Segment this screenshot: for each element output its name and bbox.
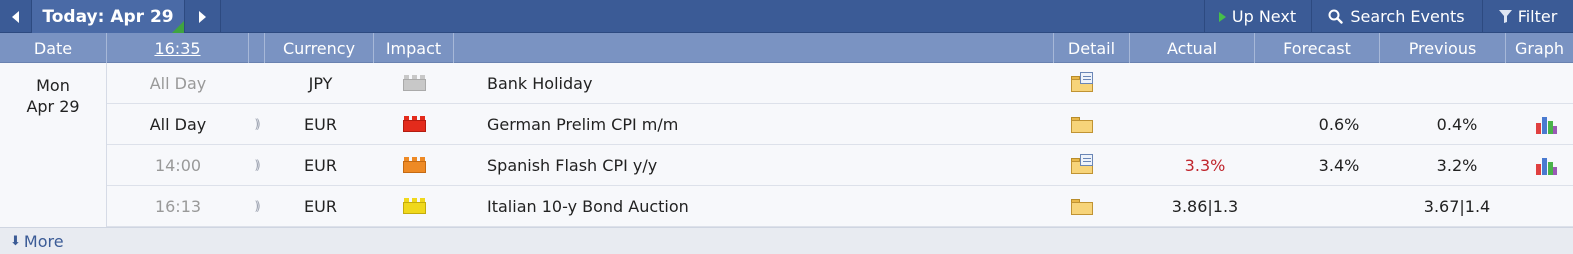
- impact-high-icon: [402, 116, 426, 132]
- event-name[interactable]: Bank Holiday: [487, 63, 1047, 103]
- event-row[interactable]: 14:00 )) EUR Spanish Flash CPI y/y 3.3% …: [107, 145, 1573, 186]
- search-events-button[interactable]: Search Events: [1311, 0, 1481, 33]
- event-previous: [1395, 63, 1519, 103]
- header-current-time[interactable]: 16:35: [107, 33, 249, 63]
- header-spacer: [249, 33, 265, 63]
- calendar-body: Mon Apr 29 All Day JPY Bank Holiday All …: [0, 63, 1573, 227]
- header-event: [454, 33, 1054, 63]
- search-icon: [1328, 9, 1344, 24]
- folder-document-icon[interactable]: [1071, 72, 1093, 92]
- bar-chart-icon[interactable]: [1535, 155, 1557, 175]
- folder-icon[interactable]: [1071, 115, 1093, 133]
- folder-document-icon[interactable]: [1071, 154, 1093, 174]
- up-next-button[interactable]: Up Next: [1204, 0, 1310, 33]
- header-forecast: Forecast: [1255, 33, 1380, 63]
- calendar-nav-bar: Today: Apr 29 Up Next Search Events Filt…: [0, 0, 1573, 33]
- folder-icon[interactable]: [1071, 197, 1093, 215]
- date-label: Apr 29: [26, 97, 80, 116]
- up-next-label: Up Next: [1231, 7, 1297, 26]
- detail-cell[interactable]: [1047, 104, 1117, 144]
- event-previous: 3.2%: [1436, 155, 1478, 175]
- header-previous: Previous: [1380, 33, 1506, 63]
- graph-cell[interactable]: [1519, 104, 1573, 144]
- impact-medium-icon: [402, 157, 426, 173]
- sound-icon[interactable]: )): [249, 104, 263, 144]
- event-name[interactable]: Spanish Flash CPI y/y: [487, 145, 1047, 185]
- sound-icon[interactable]: )): [249, 186, 263, 226]
- header-currency: Currency: [265, 33, 374, 63]
- event-name[interactable]: Italian 10-y Bond Auction: [487, 186, 1047, 226]
- impact-holiday-icon: [402, 75, 426, 91]
- next-day-button[interactable]: [185, 0, 221, 33]
- event-time: All Day: [149, 114, 207, 134]
- detail-cell[interactable]: [1047, 186, 1117, 226]
- day-date-cell: Mon Apr 29: [0, 63, 107, 227]
- event-actual: 3.86|1.3: [1171, 196, 1239, 216]
- previous-day-button[interactable]: [0, 0, 31, 33]
- event-currency: EUR: [304, 114, 337, 134]
- header-detail: Detail: [1054, 33, 1130, 63]
- event-currency: JPY: [308, 73, 333, 93]
- event-forecast: 0.6%: [1318, 114, 1360, 134]
- event-currency: EUR: [304, 196, 337, 216]
- filter-label: Filter: [1517, 7, 1558, 26]
- event-row[interactable]: All Day JPY Bank Holiday: [107, 63, 1573, 104]
- download-arrow-icon: ⬇: [10, 233, 21, 249]
- event-forecast: 3.4%: [1318, 155, 1360, 175]
- event-row[interactable]: All Day )) EUR German Prelim CPI m/m 0.6…: [107, 104, 1573, 145]
- detail-cell[interactable]: [1047, 63, 1117, 103]
- event-previous: 0.4%: [1436, 114, 1478, 134]
- today-label: Today: Apr 29: [42, 6, 174, 27]
- event-time: 14:00: [154, 155, 202, 175]
- arrow-left-icon: [12, 10, 19, 23]
- bar-chart-icon[interactable]: [1535, 114, 1557, 134]
- event-currency: EUR: [304, 155, 337, 175]
- impact-low-icon: [402, 198, 426, 214]
- column-header-row: Date 16:35 Currency Impact Detail Actual…: [0, 33, 1573, 63]
- today-button[interactable]: Today: Apr 29: [31, 0, 185, 33]
- weekday-label: Mon: [36, 76, 70, 95]
- today-corner-marker: [172, 21, 184, 33]
- event-name[interactable]: German Prelim CPI m/m: [487, 104, 1047, 144]
- impact-cell: [374, 104, 454, 144]
- more-footer: ⬇ More: [0, 227, 1573, 254]
- arrow-right-icon: [199, 10, 206, 23]
- play-icon: [1218, 11, 1226, 22]
- event-time: 16:13: [154, 196, 202, 216]
- impact-cell: [374, 186, 454, 226]
- impact-cell: [374, 145, 454, 185]
- header-impact: Impact: [374, 33, 454, 63]
- event-forecast: [1283, 63, 1395, 103]
- event-forecast: [1283, 186, 1395, 226]
- header-graph: Graph: [1514, 38, 1565, 58]
- header-date: Date: [0, 33, 107, 63]
- event-row[interactable]: 16:13 )) EUR Italian 10-y Bond Auction 3…: [107, 186, 1573, 227]
- event-actual: [1127, 104, 1283, 144]
- filter-icon: [1498, 10, 1512, 23]
- detail-cell[interactable]: [1047, 145, 1117, 185]
- more-link[interactable]: More: [24, 232, 64, 251]
- impact-cell: [374, 63, 454, 103]
- header-actual: Actual: [1130, 33, 1255, 63]
- search-events-label: Search Events: [1350, 7, 1465, 26]
- sound-icon[interactable]: )): [249, 145, 263, 185]
- graph-cell[interactable]: [1519, 145, 1573, 185]
- event-actual: [1127, 63, 1283, 103]
- event-actual: 3.3%: [1184, 155, 1226, 175]
- event-previous: 3.67|1.4: [1423, 196, 1491, 216]
- filter-button[interactable]: Filter: [1482, 0, 1573, 33]
- event-time: All Day: [149, 73, 207, 93]
